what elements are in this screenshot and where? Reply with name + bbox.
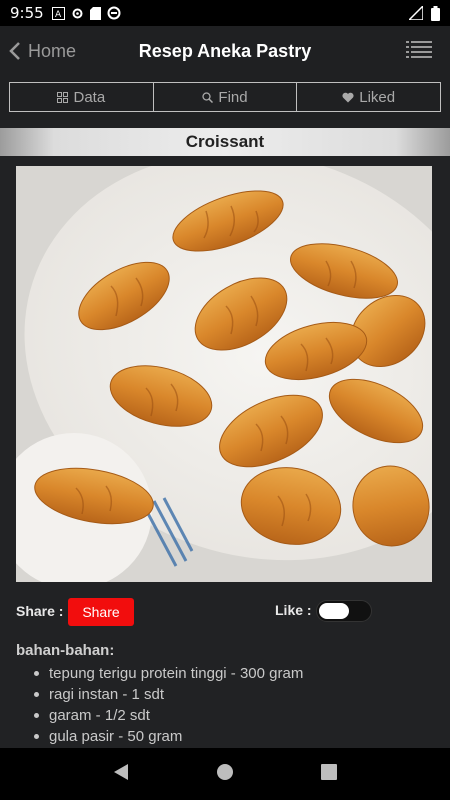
svg-text:A: A (55, 10, 62, 20)
like-toggle[interactable] (316, 600, 372, 622)
search-icon (202, 91, 214, 103)
app-header: Home Resep Aneka Pastry (0, 26, 450, 76)
ingredient-item: ragi instan - 1 sdt (34, 684, 436, 705)
ingredient-item: tepung terigu protein tinggi - 300 gram (34, 663, 436, 684)
app-notification-icon: A (51, 6, 65, 20)
ingredient-item: garam - 1/2 sdt (34, 705, 436, 726)
like-toggle-knob (319, 603, 349, 619)
share-label: Share : (16, 603, 64, 619)
tab-liked[interactable]: Liked (297, 83, 440, 111)
notification-icons: A (51, 6, 121, 20)
tab-liked-label: Liked (359, 88, 396, 106)
ingredient-item: gula pasir - 50 gram (34, 726, 436, 747)
signal-icon (409, 6, 423, 20)
back-button[interactable]: Home (0, 41, 76, 62)
chevron-left-icon (9, 42, 20, 60)
nav-recents-button[interactable] (320, 763, 337, 785)
system-nav-bar (0, 748, 450, 800)
croissant-photo (16, 166, 432, 582)
tab-find[interactable]: Find (154, 83, 298, 111)
share-button[interactable]: Share (68, 598, 134, 626)
tab-bar: Data Find Liked (9, 82, 441, 112)
recipe-photo (16, 166, 432, 582)
ingredients-section: bahan-bahan: tepung terigu protein tingg… (16, 642, 436, 747)
share-like-row: Share : Share Like : (16, 598, 436, 626)
nav-back-button[interactable] (113, 763, 129, 786)
grid-icon (57, 91, 69, 103)
status-bar: 9:55 A (0, 0, 450, 26)
triangle-back-icon (114, 763, 129, 780)
settings-notification-icon (72, 8, 83, 18)
tab-data-label: Data (73, 88, 106, 106)
ingredients-heading: bahan-bahan: (16, 642, 115, 659)
circle-home-icon (216, 763, 233, 780)
list-menu-icon (406, 41, 432, 58)
ingredients-list: tepung terigu protein tinggi - 300 gram … (16, 663, 436, 747)
recipe-title: Croissant (0, 128, 450, 156)
heart-icon (342, 92, 354, 102)
menu-button[interactable] (406, 40, 432, 63)
back-label: Home (28, 40, 77, 61)
sync-icon (107, 6, 121, 20)
square-recents-icon (320, 763, 337, 780)
tab-find-label: Find (218, 88, 248, 106)
battery-icon (431, 5, 440, 21)
status-time: 9:55 (10, 4, 44, 22)
recipe-detail: Croissant Share: Share Like: bahan-bah… (0, 120, 450, 748)
like-label: Like : (275, 602, 312, 618)
nav-home-button[interactable] (216, 763, 234, 786)
tab-data[interactable]: Data (10, 83, 154, 111)
sd-card-icon (89, 6, 101, 20)
